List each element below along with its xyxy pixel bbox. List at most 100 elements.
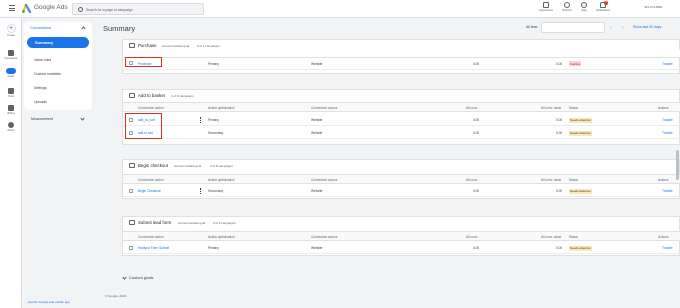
gear-icon xyxy=(8,122,14,128)
card-title[interactable]: Add to basket xyxy=(138,93,165,98)
col-status[interactable]: Status xyxy=(569,106,578,110)
copyright: © Google, 2023. xyxy=(105,294,127,298)
nav-tools[interactable]: Tools xyxy=(0,88,22,98)
sidebar-item-summary[interactable]: Summary xyxy=(27,37,89,48)
conversion-action-link[interactable]: Hubspot Form Submit xyxy=(138,246,169,250)
col-conversion-source[interactable]: Conversion source xyxy=(311,235,338,239)
all-conv-value-amount: 0.00 xyxy=(556,131,563,135)
nav-create[interactable]: + Create xyxy=(0,24,22,37)
search-box[interactable]: Search for a page or campaign xyxy=(72,3,204,15)
goal-card-begin-checkout: Begin checkout Account default goal 0 of… xyxy=(122,159,680,199)
conversion-source: Website xyxy=(311,246,323,250)
account-id[interactable]: 491-374-8881 xyxy=(644,5,663,9)
status-badge: Needs attention xyxy=(569,117,593,123)
optimization-value[interactable]: Primary xyxy=(208,62,219,66)
credit-card-icon xyxy=(8,105,14,111)
col-actions: Actions xyxy=(658,178,669,182)
hamburger-menu-icon[interactable] xyxy=(9,5,15,11)
col-all-conv-value[interactable]: All conv. value xyxy=(541,106,561,110)
status-badge: Needs attention xyxy=(569,130,593,136)
table-row[interactable]: Purchase Primary Website 0.00 0.00 Inact… xyxy=(123,58,680,70)
mobile-app-link[interactable]: Get the Google Ads mobile app xyxy=(28,300,70,304)
google-ads-logo xyxy=(22,4,32,13)
troubleshoot-link[interactable]: Trouble xyxy=(662,131,673,135)
scrollbar[interactable] xyxy=(676,150,679,180)
troubleshoot-link[interactable]: Trouble xyxy=(662,118,673,122)
troubleshoot-link[interactable]: Trouble xyxy=(662,189,673,193)
nav-label: Create xyxy=(7,34,15,37)
sidebar-item-custom-variables[interactable]: Custom variables xyxy=(34,72,61,76)
help-icon xyxy=(581,2,587,8)
table-row[interactable]: Begin Checkout Secondary Website 0.00 0.… xyxy=(123,185,680,197)
show-last-30-days-link[interactable]: Show last 30 days xyxy=(633,25,661,29)
col-all-conv[interactable]: All conv. xyxy=(466,235,478,239)
campaign-count: 0 of 8 campaigns xyxy=(213,221,236,225)
col-status[interactable]: Status xyxy=(569,178,578,182)
next-period-button[interactable]: › xyxy=(622,25,624,31)
refresh-icon xyxy=(564,2,570,8)
status-badge: Inactive xyxy=(569,61,582,66)
card-title[interactable]: Submit lead form xyxy=(138,220,171,225)
previous-period-button[interactable]: ‹ xyxy=(610,25,612,31)
card-title[interactable]: Purchase xyxy=(138,43,157,48)
campaign-count: 0 of 1 campaigns xyxy=(197,44,220,48)
trophy-icon xyxy=(6,68,16,74)
row-checkbox[interactable] xyxy=(129,246,133,250)
highlight-box xyxy=(125,113,162,139)
col-all-conv[interactable]: All conv. xyxy=(466,106,478,110)
plus-icon: + xyxy=(6,24,16,33)
panel-heading[interactable]: Conversions xyxy=(30,26,51,30)
optimization-value[interactable]: Primary xyxy=(208,118,219,122)
more-options-icon[interactable] xyxy=(200,188,201,194)
nav-billing[interactable]: Billing xyxy=(0,105,22,115)
sidebar-item-measurement[interactable]: Measurement xyxy=(31,117,53,121)
col-all-conv[interactable]: All conv. xyxy=(466,178,478,182)
row-checkbox[interactable] xyxy=(129,189,133,193)
table-row[interactable]: add_to_cart Primary Website 0.00 0.00 Ne… xyxy=(123,114,680,126)
default-goal-label: Account default goal xyxy=(178,221,206,225)
sidebar-item-uploads[interactable]: Uploads xyxy=(34,100,47,104)
table-header: Conversion action Action optimization Co… xyxy=(123,102,680,112)
more-options-icon[interactable] xyxy=(200,117,201,123)
col-action-optimization[interactable]: Action optimization xyxy=(208,178,235,182)
chevron-down-icon[interactable] xyxy=(80,116,85,121)
status-badge: Needs attention xyxy=(569,188,593,194)
nav-goals[interactable]: Goals xyxy=(0,68,22,78)
default-goal-label: Account default goal xyxy=(174,164,202,168)
optimization-value[interactable]: Primary xyxy=(208,246,219,250)
table-row[interactable]: Hubspot Form Submit Primary Website 0.00… xyxy=(123,242,680,254)
col-action-optimization[interactable]: Action optimization xyxy=(208,106,235,110)
col-all-conv-value[interactable]: All conv. value xyxy=(541,235,561,239)
chevron-up-icon[interactable] xyxy=(81,26,86,31)
nav-campaigns[interactable]: Campaigns xyxy=(0,50,22,60)
col-conversion-source[interactable]: Conversion source xyxy=(311,106,338,110)
troubleshoot-link[interactable]: Trouble xyxy=(662,62,673,66)
col-actions: Actions xyxy=(658,106,669,110)
nav-admin[interactable]: Admin xyxy=(0,122,22,132)
col-conversion-source[interactable]: Conversion source xyxy=(311,178,338,182)
all-conv-value: 0.00 xyxy=(473,118,480,122)
all-conv-value: 0.00 xyxy=(473,189,480,193)
col-conversion-action[interactable]: Conversion action xyxy=(138,235,164,239)
troubleshoot-link[interactable]: Trouble xyxy=(662,246,673,250)
default-goal-label: Account default goal xyxy=(162,44,190,48)
custom-goals-toggle[interactable]: Custom goals xyxy=(129,275,153,280)
sidebar-item-value-rules[interactable]: Value rules xyxy=(34,58,51,62)
optimization-value[interactable]: Secondary xyxy=(208,131,223,135)
col-status[interactable]: Status xyxy=(569,235,578,239)
notifications-button[interactable]: 1 Notifications xyxy=(591,1,615,12)
conversion-action-link[interactable]: Begin Checkout xyxy=(138,189,161,193)
chevron-down-icon[interactable] xyxy=(122,275,127,280)
col-conversion-action[interactable]: Conversion action xyxy=(138,178,164,182)
date-range-picker[interactable] xyxy=(541,22,605,33)
col-action-optimization[interactable]: Action optimization xyxy=(208,235,235,239)
col-conversion-action[interactable]: Conversion action xyxy=(138,106,164,110)
card-title[interactable]: Begin checkout xyxy=(138,163,168,168)
all-conv-value-amount: 0.00 xyxy=(556,246,563,250)
col-all-conv-value[interactable]: All conv. value xyxy=(541,178,561,182)
sidebar-item-settings[interactable]: Settings xyxy=(34,86,47,90)
search-placeholder: Search for a page or campaign xyxy=(86,7,133,12)
optimization-value[interactable]: Secondary xyxy=(208,189,223,193)
cart-icon xyxy=(129,43,135,48)
table-row[interactable]: add to cart Secondary Website 0.00 0.00 … xyxy=(123,127,680,139)
